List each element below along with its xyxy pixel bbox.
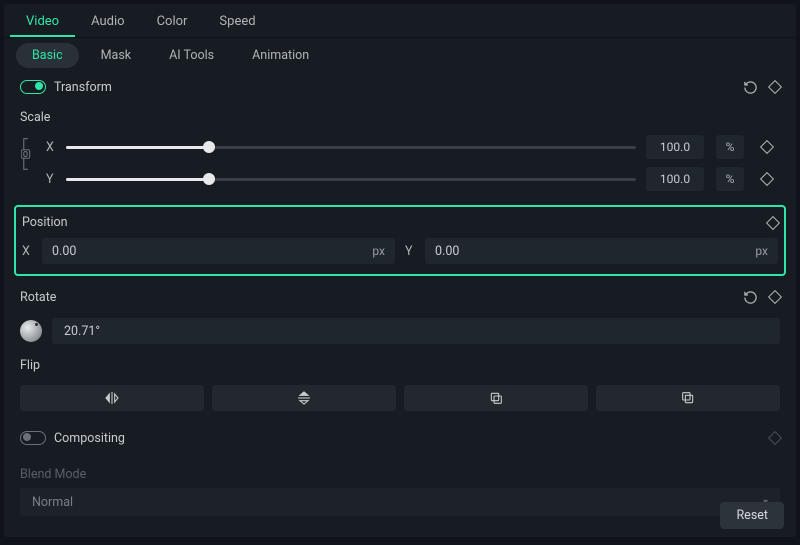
scale-y-slider[interactable] (66, 171, 636, 187)
keyframe-icon[interactable] (768, 80, 782, 94)
scale-y-row: Y 100.0 % (4, 163, 796, 195)
position-y-input[interactable]: 0.00 px (425, 238, 778, 264)
compositing-header: Compositing (4, 423, 796, 453)
scale-x-unit: % (716, 135, 744, 159)
rotate-header: Rotate (4, 282, 796, 312)
tab-animation[interactable]: Animation (236, 43, 325, 68)
rotate-title: Rotate (20, 290, 743, 305)
scale-x-keyframe-icon[interactable] (760, 140, 774, 154)
rotate-keyframe-icon[interactable] (768, 290, 782, 304)
rotate-value[interactable]: 20.71° (52, 318, 780, 344)
transform-header: Transform (4, 72, 796, 102)
reset-icon[interactable] (743, 80, 758, 95)
tab-mask[interactable]: Mask (85, 43, 148, 68)
compositing-title: Compositing (54, 431, 770, 446)
properties-panel: Video Audio Color Speed Basic Mask AI To… (4, 4, 796, 537)
scale-x-value[interactable]: 100.0 (646, 135, 704, 159)
compositing-toggle[interactable] (20, 431, 46, 445)
tabs-sub: Basic Mask AI Tools Animation (4, 38, 796, 72)
flip-horizontal-button[interactable] (20, 385, 204, 411)
tab-audio[interactable]: Audio (75, 4, 140, 37)
scale-y-unit: % (716, 167, 744, 191)
tab-basic[interactable]: Basic (16, 43, 79, 68)
flip-row (4, 379, 796, 423)
position-title: Position (22, 215, 768, 230)
scale-x-label: X (46, 140, 56, 155)
scale-x-slider[interactable] (66, 139, 636, 155)
tab-color[interactable]: Color (141, 4, 204, 37)
rotate-dial[interactable] (20, 320, 42, 342)
scale-title: Scale (4, 102, 796, 131)
rotate-reset-icon[interactable] (743, 290, 758, 305)
transform-title: Transform (54, 80, 743, 95)
scale-x-row: X 100.0 % (4, 131, 796, 163)
position-keyframe-icon[interactable] (766, 215, 780, 229)
flip-vertical-button[interactable] (212, 385, 396, 411)
scale-y-value[interactable]: 100.0 (646, 167, 704, 191)
scale-y-keyframe-icon[interactable] (760, 172, 774, 186)
compositing-keyframe-icon[interactable] (768, 431, 782, 445)
flip-copy2-button[interactable] (596, 385, 780, 411)
position-section: Position X 0.00 px Y 0.00 px (14, 205, 786, 276)
tab-ai-tools[interactable]: AI Tools (153, 43, 230, 68)
flip-copy1-button[interactable] (404, 385, 588, 411)
tabs-top: Video Audio Color Speed (4, 4, 796, 38)
transform-toggle[interactable] (20, 80, 46, 94)
link-axes-icon[interactable] (21, 137, 35, 171)
scale-y-label: Y (46, 172, 56, 187)
reset-button[interactable]: Reset (720, 502, 784, 529)
flip-title: Flip (4, 350, 796, 379)
tab-video[interactable]: Video (10, 4, 75, 37)
blend-mode-label: Blend Mode (4, 459, 796, 486)
blend-mode-select[interactable]: Normal ▾ (20, 488, 780, 516)
position-x-input[interactable]: 0.00 px (42, 238, 395, 264)
tab-speed[interactable]: Speed (203, 4, 271, 37)
position-y-label: Y (405, 244, 415, 259)
position-x-label: X (22, 244, 32, 259)
